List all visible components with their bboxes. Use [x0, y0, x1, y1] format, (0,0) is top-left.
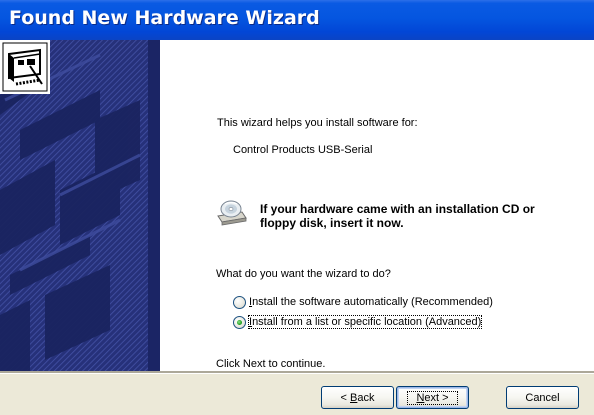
option-install-from-list[interactable]: Install from a list or specific location…: [247, 315, 483, 329]
radio-install-automatically[interactable]: [233, 296, 246, 309]
title-bar[interactable]: Found New Hardware Wizard: [0, 0, 594, 40]
option-install-automatically[interactable]: Install the software automatically (Reco…: [249, 296, 493, 308]
cd-prompt: If your hardware came with an installati…: [260, 202, 535, 230]
button-separator: [0, 371, 594, 374]
window-title: Found New Hardware Wizard: [9, 7, 320, 29]
radio-install-from-list[interactable]: [233, 316, 246, 329]
intro-text: This wizard helps you install software f…: [217, 117, 418, 129]
back-button[interactable]: < Back: [321, 386, 394, 409]
question-text: What do you want the wizard to do?: [216, 268, 391, 280]
hardware-card-icon: [0, 40, 50, 94]
radio-selected-dot: [237, 320, 242, 325]
wizard-sidebar-banner: [0, 40, 160, 371]
device-name: Control Products USB-Serial: [233, 144, 373, 156]
footer-instruction: Click Next to continue.: [216, 358, 326, 370]
next-button[interactable]: Next >: [396, 386, 469, 409]
cd-drive-icon: [217, 200, 247, 226]
cancel-button[interactable]: Cancel: [506, 386, 579, 409]
